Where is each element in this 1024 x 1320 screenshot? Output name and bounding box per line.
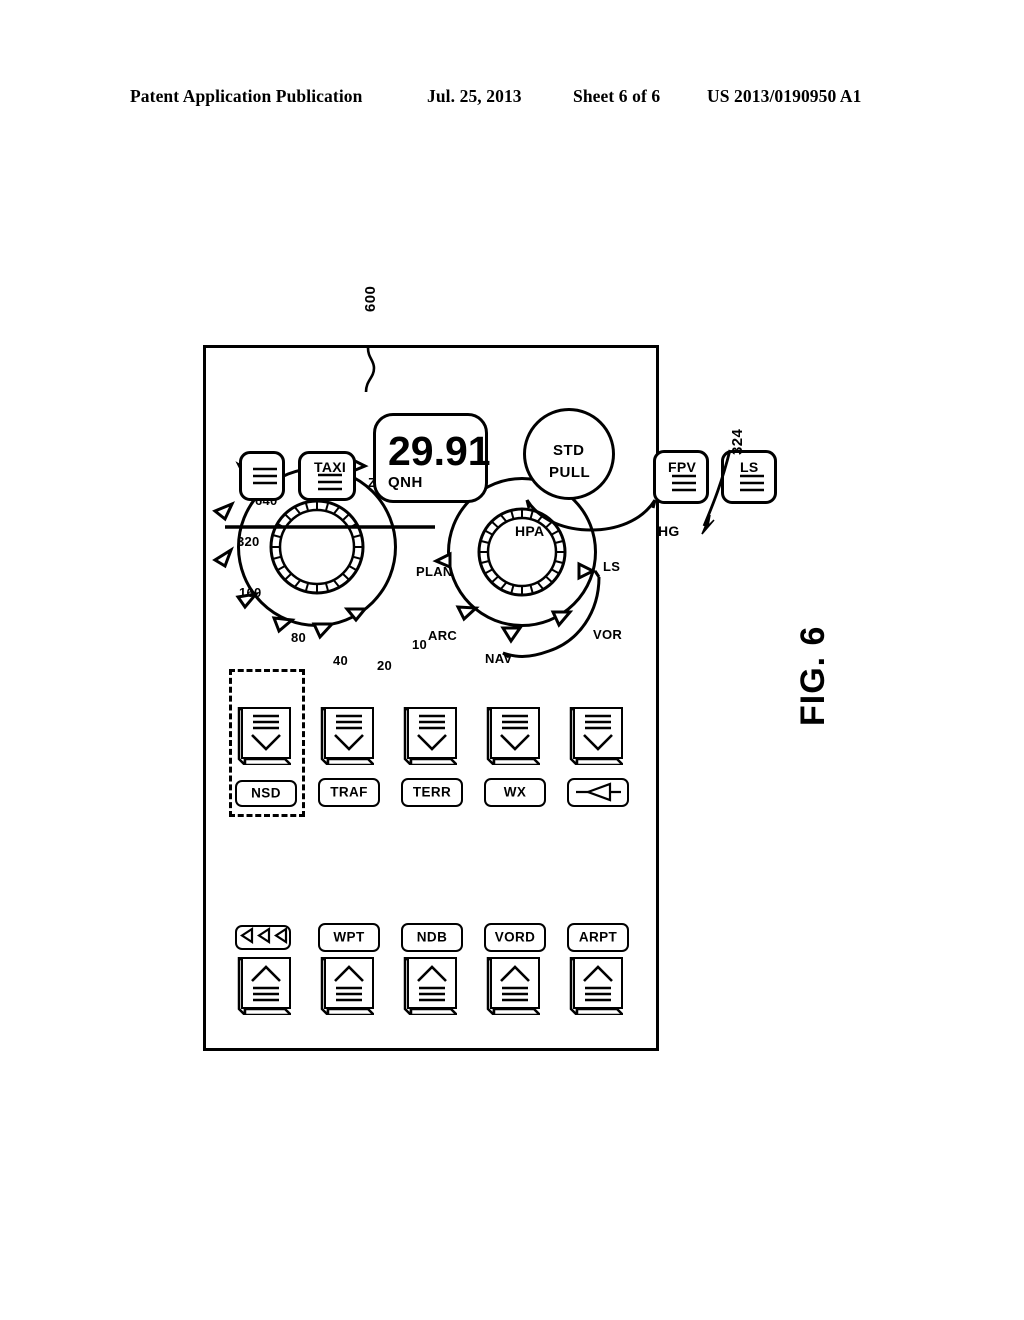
zoom-pos-20: 20 xyxy=(377,658,393,673)
figure-drawing-area: NSD WPT TRAF NDB TERR VORD WX ARPT 10 20… xyxy=(0,0,1024,1320)
key-wpt-label: WPT xyxy=(333,930,365,945)
mode-pos-plan: PLAN xyxy=(416,564,453,579)
row-2-right-chevron-button[interactable] xyxy=(318,707,374,765)
row-3-right-chevron-button[interactable] xyxy=(401,707,457,765)
zoom-pos-40: 40 xyxy=(333,653,349,668)
qnh-value: 29.91 xyxy=(388,428,491,474)
key-ndb-label: NDB xyxy=(416,930,448,945)
key-vord-label: VORD xyxy=(494,930,536,945)
bottom-key-blank[interactable] xyxy=(239,451,285,501)
key-arpt-label: ARPT xyxy=(578,930,618,945)
key-aircraft-symbol[interactable] xyxy=(567,778,629,807)
chevron-right-icon xyxy=(500,965,530,1002)
mode-pos-nav: NAV xyxy=(485,651,513,666)
chevron-left-icon xyxy=(500,714,530,751)
key-nsd-label: NSD xyxy=(251,786,281,801)
key-terr[interactable]: TERR xyxy=(401,778,463,807)
row-3-left-chevron-button[interactable] xyxy=(401,957,457,1015)
key-terr-label: TERR xyxy=(412,785,452,800)
aircraft-symbol-icon xyxy=(576,782,621,802)
row-1-left-chevron-button[interactable] xyxy=(235,957,291,1015)
baro-unit-hg: HG xyxy=(658,523,680,539)
key-wpt[interactable]: WPT xyxy=(318,923,380,952)
chevron-left-icon xyxy=(334,714,364,751)
key-traf[interactable]: TRAF xyxy=(318,778,380,807)
bottom-key-taxi-label: TAXI xyxy=(314,459,347,475)
key-arpt[interactable]: ARPT xyxy=(567,923,629,952)
row-1-right-chevron-button[interactable] xyxy=(235,707,291,765)
row-5-right-chevron-button[interactable] xyxy=(567,707,623,765)
mode-pos-vor: VOR xyxy=(593,627,623,642)
key-vord[interactable]: VORD xyxy=(484,923,546,952)
zoom-pos-80: 80 xyxy=(291,630,307,645)
control-panel-rotated-container: NSD WPT TRAF NDB TERR VORD WX ARPT 10 20… xyxy=(203,345,777,1051)
three-bars-icon xyxy=(253,467,277,485)
row-2-left-chevron-button[interactable] xyxy=(318,957,374,1015)
key-ndb[interactable]: NDB xyxy=(401,923,463,952)
key-wx-label: WX xyxy=(503,785,527,800)
chevron-left-icon xyxy=(583,714,613,751)
row-1-triangle-indicator-key[interactable] xyxy=(235,925,291,950)
mode-pos-arc: ARC xyxy=(428,628,458,643)
chevron-left-icon xyxy=(417,714,447,751)
callout-600-leader xyxy=(364,347,376,393)
key-nsd[interactable]: NSD xyxy=(235,780,297,807)
key-traf-label: TRAF xyxy=(330,785,368,800)
row-4-right-chevron-button[interactable] xyxy=(484,707,540,765)
bottom-key-taxi[interactable]: TAXI xyxy=(298,451,356,501)
qnh-label: QNH xyxy=(388,474,423,491)
ref-numeral-600: 600 xyxy=(362,285,379,312)
mode-pos-ls: LS xyxy=(603,559,621,574)
zoom-pos-320: 320 xyxy=(237,534,260,549)
chevron-right-icon xyxy=(583,965,613,1002)
row-4-left-chevron-button[interactable] xyxy=(484,957,540,1015)
chevron-right-icon xyxy=(417,965,447,1002)
chevron-right-icon xyxy=(334,965,364,1002)
baro-unit-hpa: HPA xyxy=(515,523,545,539)
figure-label: FIG. 6 xyxy=(794,625,832,726)
row-5-left-chevron-button[interactable] xyxy=(567,957,623,1015)
qnh-display: QNH 29.91 xyxy=(373,413,491,503)
chevron-right-icon xyxy=(251,965,281,1002)
callout-324-arrow xyxy=(701,449,732,535)
key-wx[interactable]: WX xyxy=(484,778,546,807)
chevron-left-icon xyxy=(251,714,281,751)
ref-numeral-324: 324 xyxy=(729,428,746,455)
zoom-pos-160: 160 xyxy=(239,585,262,600)
